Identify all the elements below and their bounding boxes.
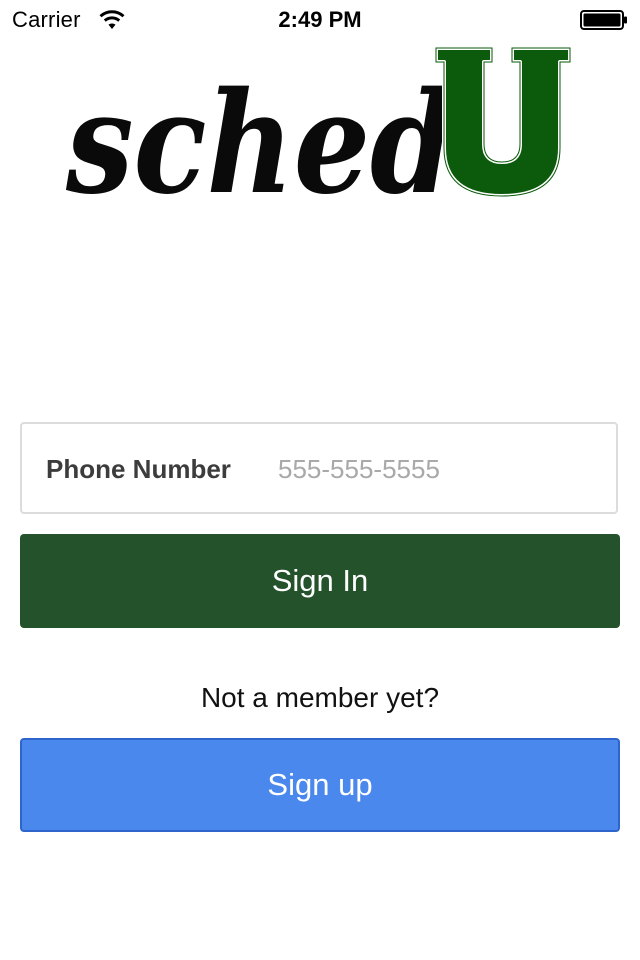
sign-in-button[interactable]: Sign In bbox=[20, 534, 620, 628]
phone-number-label: Phone Number bbox=[46, 454, 231, 484]
phone-number-input[interactable] bbox=[278, 446, 598, 492]
clock: 2:49 PM bbox=[278, 7, 362, 32]
not-member-text: Not a member yet? bbox=[200, 682, 440, 713]
status-bar: Carrier 2:49 PM bbox=[0, 0, 640, 40]
schedu-logo: sched bbox=[65, 46, 572, 210]
sign-up-button[interactable]: Sign up bbox=[20, 738, 620, 832]
phone-number-field: Phone Number bbox=[20, 422, 618, 514]
svg-text:sched: sched bbox=[65, 62, 454, 210]
battery-icon bbox=[580, 10, 627, 30]
